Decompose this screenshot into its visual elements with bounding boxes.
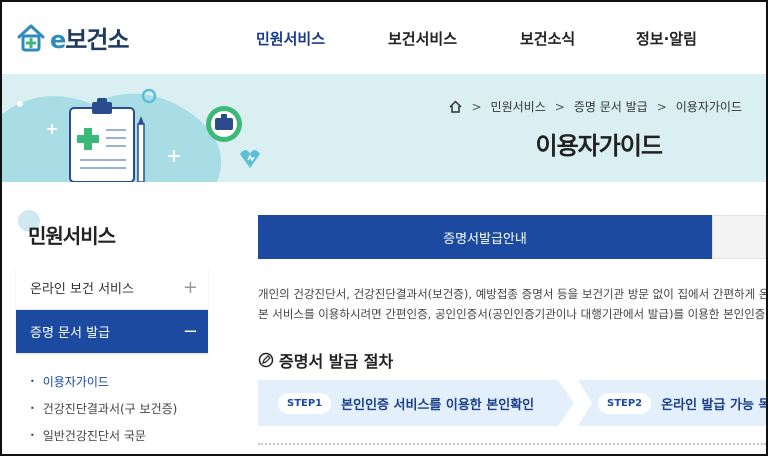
section-title-text: 증명서 발급 절차 bbox=[279, 352, 394, 371]
tab-certificate-info[interactable]: 증명서발급안내 bbox=[258, 215, 712, 259]
pen-circle-icon bbox=[258, 352, 274, 368]
step-text: 온라인 발급 가능 목록 bbox=[661, 397, 766, 413]
sub-banner: > 민원서비스 > 증명 문서 발급 > 이용자가이드 이용자가이드 bbox=[2, 74, 766, 182]
breadcrumb-item-certificate[interactable]: 증명 문서 발급 bbox=[574, 98, 648, 115]
divider bbox=[258, 443, 766, 445]
chevron-right-icon: > bbox=[471, 99, 482, 114]
submenu-label: 일반건강진단서 국문 bbox=[42, 429, 146, 443]
nav-health-service[interactable]: 보건서비스 bbox=[388, 28, 457, 49]
description-line: 개인의 건강진단서, 건강진단결과서(보건증), 예방접종 증명서 등을 보건기… bbox=[258, 287, 766, 301]
medical-illustration bbox=[2, 88, 260, 182]
breadcrumb-item-civil-service[interactable]: 민원서비스 bbox=[491, 98, 546, 115]
sidebar-menu: 온라인 보건 서비스 + 증명 문서 발급 − • 이용자가이드 • 건강진단결… bbox=[16, 266, 208, 449]
content-tabs: 증명서발급안내 bbox=[258, 215, 766, 259]
sidebar-item-online-health[interactable]: 온라인 보건 서비스 + bbox=[16, 266, 208, 310]
step-badge: STEP2 bbox=[598, 392, 652, 414]
submenu-label: 이용자가이드 bbox=[42, 375, 109, 389]
page-frame: e보건소 민원서비스 보건서비스 보건소식 정보·알림 > 민원서비스 > 증명… bbox=[0, 0, 768, 456]
sidebar-submenu: • 이용자가이드 • 건강진단결과서(구 보건증) • 일반건강진단서 국문 bbox=[16, 354, 208, 449]
step-1: STEP1 본인인증 서비스를 이용한 본인확인 bbox=[258, 380, 578, 426]
sidebar-item-label: 증명 문서 발급 bbox=[30, 326, 111, 341]
intro-description: 개인의 건강진단서, 건강진단결과서(보건증), 예방접종 증명서 등을 보건기… bbox=[258, 284, 766, 324]
sidebar-item-certificate[interactable]: 증명 문서 발급 − bbox=[16, 310, 208, 354]
plus-icon: + bbox=[182, 277, 198, 298]
breadcrumb: > 민원서비스 > 증명 문서 발급 > 이용자가이드 bbox=[449, 98, 742, 115]
bullet-icon: • bbox=[30, 404, 35, 413]
minus-icon: − bbox=[182, 321, 198, 342]
submenu-item-user-guide[interactable]: • 이용자가이드 bbox=[30, 368, 208, 395]
tab-second[interactable] bbox=[712, 215, 766, 259]
section-title: 증명서 발급 절차 bbox=[258, 348, 393, 372]
site-header: e보건소 민원서비스 보건서비스 보건소식 정보·알림 bbox=[2, 2, 766, 74]
description-line: 본 서비스를 이용하시려면 간편인증, 공인인증서(공인인증기관이나 대행기관에… bbox=[258, 307, 766, 321]
bullet-icon: • bbox=[30, 431, 35, 440]
site-logo[interactable]: e보건소 bbox=[16, 20, 130, 55]
nav-health-news[interactable]: 보건소식 bbox=[520, 28, 575, 49]
sidebar-title: 민원서비스 bbox=[28, 224, 116, 248]
chevron-right-icon: > bbox=[656, 99, 667, 114]
submenu-label: 건강진단결과서(구 보건증) bbox=[42, 402, 178, 416]
page-title: 이용자가이드 bbox=[535, 132, 663, 160]
bullet-icon: • bbox=[30, 377, 35, 386]
step-text: 본인인증 서비스를 이용한 본인확인 bbox=[341, 397, 535, 413]
logo-wordmark: e보건소 bbox=[50, 26, 130, 54]
nav-civil-service[interactable]: 민원서비스 bbox=[256, 28, 325, 49]
sidebar-item-label: 온라인 보건 서비스 bbox=[30, 282, 134, 297]
step-badge: STEP1 bbox=[278, 392, 332, 414]
nav-info-notice[interactable]: 정보·알림 bbox=[636, 28, 697, 49]
house-cross-icon bbox=[17, 24, 45, 51]
home-icon[interactable] bbox=[449, 100, 463, 113]
process-steps: STEP1 본인인증 서비스를 이용한 본인확인 STEP2 온라인 발급 가능… bbox=[258, 380, 766, 426]
submenu-item-general-health[interactable]: • 일반건강진단서 국문 bbox=[30, 422, 208, 449]
chevron-right-icon: > bbox=[554, 99, 565, 114]
breadcrumb-item-user-guide[interactable]: 이용자가이드 bbox=[676, 98, 742, 115]
step-2: STEP2 온라인 발급 가능 목록 bbox=[578, 380, 766, 426]
submenu-item-health-result[interactable]: • 건강진단결과서(구 보건증) bbox=[30, 395, 208, 422]
